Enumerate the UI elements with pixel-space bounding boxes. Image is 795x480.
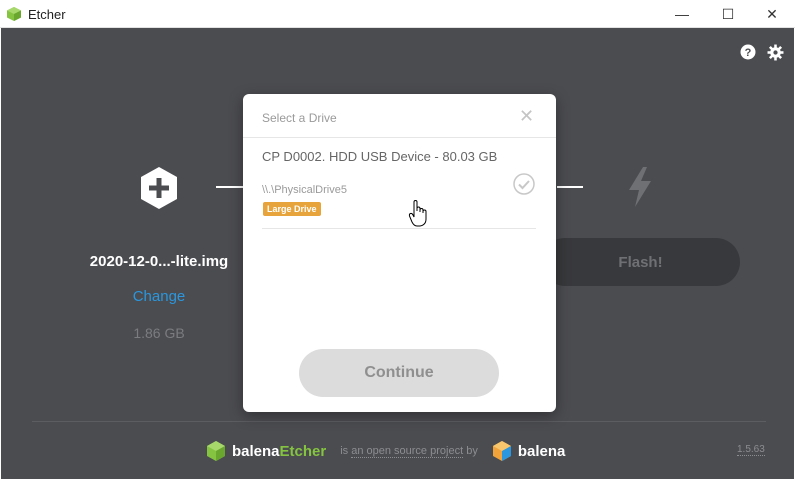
version-label[interactable]: 1.5.63 — [737, 444, 765, 456]
footer-tagline: is an open source project by — [340, 445, 478, 458]
change-image-link[interactable]: Change — [79, 288, 239, 305]
footer: balenaEtcher is an open source project b… — [206, 438, 565, 464]
drive-list-item[interactable]: CP D0002. HDD USB Device - 80.03 GB \\.\… — [262, 144, 536, 229]
tagline-suffix: by — [463, 445, 478, 457]
image-step-icon — [141, 167, 177, 209]
check-circle-icon[interactable] — [513, 173, 535, 195]
minimize-button[interactable]: — — [659, 0, 705, 28]
window-title: Etcher — [28, 7, 66, 22]
drive-path: \\.\PhysicalDrive5 — [262, 184, 347, 196]
brand-suffix: Etcher — [279, 442, 327, 460]
close-icon[interactable]: ✕ — [519, 106, 534, 127]
maximize-button[interactable]: ☐ — [705, 0, 751, 28]
title-bar: Etcher — ☐ ✕ — [0, 0, 795, 28]
modal-header: Select a Drive ✕ — [243, 94, 556, 138]
step-connector — [557, 186, 583, 188]
image-size: 1.86 GB — [133, 325, 185, 341]
flash-button[interactable]: Flash! — [541, 238, 740, 286]
select-drive-modal: Select a Drive ✕ CP D0002. HDD USB Devic… — [243, 94, 556, 412]
footer-divider — [32, 421, 766, 422]
etcher-logo-icon — [7, 7, 21, 21]
settings-icon[interactable] — [767, 44, 784, 61]
continue-button[interactable]: Continue — [299, 349, 499, 397]
balena-etcher-logo-icon — [207, 441, 225, 461]
large-drive-badge: Large Drive — [263, 202, 321, 216]
balena-logo-icon — [492, 441, 511, 461]
flash-icon — [629, 167, 651, 207]
brand-name[interactable]: balenaEtcher — [232, 443, 326, 460]
tagline-prefix: is — [340, 445, 352, 457]
hand-cursor-icon — [408, 200, 427, 227]
svg-text:?: ? — [745, 47, 752, 59]
help-icon[interactable]: ? — [740, 44, 756, 60]
company-name[interactable]: balena — [518, 443, 566, 460]
drive-name: CP D0002. HDD USB Device - 80.03 GB — [262, 149, 498, 164]
modal-title: Select a Drive — [262, 111, 337, 125]
open-source-link[interactable]: an open source project — [351, 445, 464, 458]
step-connector — [216, 186, 244, 188]
close-window-button[interactable]: ✕ — [749, 0, 795, 28]
brand-prefix: balena — [232, 442, 280, 460]
image-filename: 2020-12-0...-lite.img — [89, 253, 229, 270]
header-icons: ? — [740, 44, 784, 61]
